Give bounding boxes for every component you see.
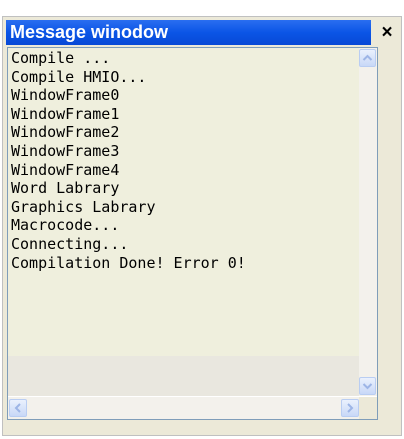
chevron-down-icon[interactable] xyxy=(359,377,376,395)
close-icon[interactable]: × xyxy=(376,20,398,45)
message-line: Graphics Labrary xyxy=(11,197,156,216)
message-line: Compile ... xyxy=(11,49,111,67)
chevron-right-icon[interactable] xyxy=(341,399,359,417)
vertical-scrollbar[interactable] xyxy=(359,48,377,396)
message-line: WindowFrame3 xyxy=(11,141,120,160)
horizontal-scrollbar[interactable] xyxy=(8,397,360,419)
message-line: Compile HMIO... xyxy=(11,67,147,86)
message-line: WindowFrame1 xyxy=(11,104,120,123)
message-line: WindowFrame0 xyxy=(11,86,120,105)
chevron-up-icon[interactable] xyxy=(359,49,376,67)
message-line: Macrocode... xyxy=(11,216,120,235)
message-line: Compilation Done! Error 0! xyxy=(11,253,246,272)
window-title: Message winodow xyxy=(6,20,371,45)
message-list: Compile ... Compile HMIO... WindowFrame0… xyxy=(8,48,360,396)
message-line: WindowFrame4 xyxy=(11,160,120,179)
message-window: Message winodow × Compile ... Compile HM… xyxy=(2,16,402,436)
chevron-left-icon[interactable] xyxy=(9,399,27,417)
message-list-container[interactable]: Compile ... Compile HMIO... WindowFrame0… xyxy=(7,47,378,420)
message-line: Word Labrary xyxy=(11,179,120,198)
message-line: WindowFrame2 xyxy=(11,123,120,142)
list-empty-area xyxy=(8,356,360,396)
message-line: Connecting... xyxy=(11,234,129,253)
scrollbar-corner xyxy=(359,397,377,419)
